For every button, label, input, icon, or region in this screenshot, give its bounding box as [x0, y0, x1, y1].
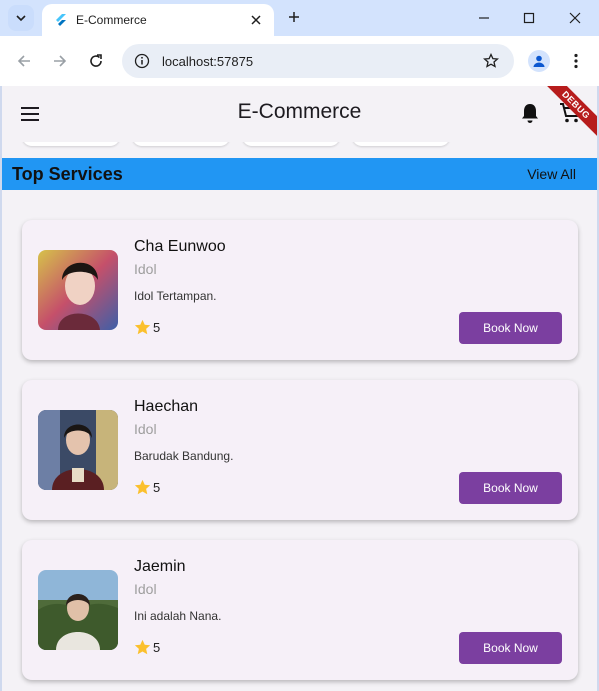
rating-value: 5 — [153, 320, 161, 335]
browser-menu-button[interactable] — [566, 50, 586, 72]
forward-button[interactable] — [47, 48, 73, 74]
notifications-button[interactable] — [518, 101, 542, 125]
reload-button[interactable] — [83, 48, 109, 74]
service-card[interactable]: Cha Eunwoo Idol Idol Tertampan. 5 Book N… — [22, 220, 578, 360]
service-name: Cha Eunwoo — [134, 238, 226, 255]
app-viewport: E-Commerce DEBUG Top Services View All C… — [2, 86, 597, 691]
arrow-left-icon — [17, 55, 30, 67]
more-vert-icon — [574, 53, 578, 69]
tab-title: E-Commerce — [76, 13, 147, 27]
service-card[interactable]: Haechan Idol Barudak Bandung. 5 Book Now — [22, 380, 578, 520]
section-title: Top Services — [12, 164, 123, 184]
app-title: E-Commerce — [237, 100, 362, 123]
book-now-button[interactable]: Book Now — [459, 472, 562, 504]
tab-close-button[interactable] — [246, 10, 266, 30]
person-photo — [38, 250, 118, 330]
address-bar[interactable]: localhost:57875 — [122, 44, 514, 78]
person-photo — [38, 410, 118, 490]
service-role: Idol — [134, 421, 157, 437]
browser-tab[interactable]: E-Commerce — [42, 4, 274, 36]
book-now-button[interactable]: Book Now — [459, 632, 562, 664]
app-bar: E-Commerce DEBUG — [2, 86, 597, 149]
service-card[interactable]: Jaemin Idol Ini adalah Nana. 5 Book Now — [22, 540, 578, 680]
view-all-link[interactable]: View All — [527, 166, 576, 182]
close-icon — [569, 12, 581, 24]
maximize-button[interactable] — [516, 6, 542, 30]
close-icon — [251, 15, 261, 25]
service-description: Idol Tertampan. — [134, 289, 217, 303]
minimize-icon — [479, 17, 489, 19]
service-description: Barudak Bandung. — [134, 449, 234, 463]
star-icon — [134, 479, 151, 495]
browser-toolbar: localhost:57875 — [0, 36, 599, 86]
service-rating: 5 — [134, 639, 160, 656]
chevron-down-icon — [16, 15, 26, 22]
service-name: Haechan — [134, 398, 199, 415]
site-info-icon[interactable] — [134, 53, 150, 69]
profile-button[interactable] — [528, 50, 550, 72]
service-avatar — [38, 410, 118, 490]
rating-value: 5 — [153, 640, 161, 655]
person-icon — [533, 55, 545, 67]
star-icon — [134, 639, 151, 655]
star-icon — [134, 319, 151, 335]
minimize-button[interactable] — [471, 6, 497, 30]
service-rating: 5 — [134, 319, 160, 336]
plus-icon — [289, 12, 299, 22]
rating-value: 5 — [153, 480, 161, 495]
person-photo — [38, 570, 118, 650]
star-outline-icon — [483, 53, 499, 68]
browser-tab-bar: E-Commerce — [0, 0, 599, 36]
book-now-button[interactable]: Book Now — [459, 312, 562, 344]
maximize-icon — [523, 12, 535, 24]
url-text: localhost:57875 — [162, 53, 254, 69]
arrow-right-icon — [54, 55, 67, 67]
service-avatar — [38, 570, 118, 650]
close-window-button[interactable] — [562, 6, 588, 30]
service-rating: 5 — [134, 479, 160, 496]
flutter-icon — [56, 14, 66, 26]
bookmark-button[interactable] — [480, 50, 502, 72]
service-role: Idol — [134, 261, 157, 277]
bell-icon — [522, 104, 538, 123]
new-tab-button[interactable] — [283, 6, 305, 28]
top-services-header: Top Services View All — [2, 158, 597, 190]
service-description: Ini adalah Nana. — [134, 609, 222, 623]
service-avatar — [38, 250, 118, 330]
reload-icon — [90, 54, 102, 67]
service-name: Jaemin — [134, 558, 186, 575]
service-role: Idol — [134, 581, 157, 597]
tab-search-button[interactable] — [8, 5, 34, 31]
back-button[interactable] — [11, 48, 37, 74]
